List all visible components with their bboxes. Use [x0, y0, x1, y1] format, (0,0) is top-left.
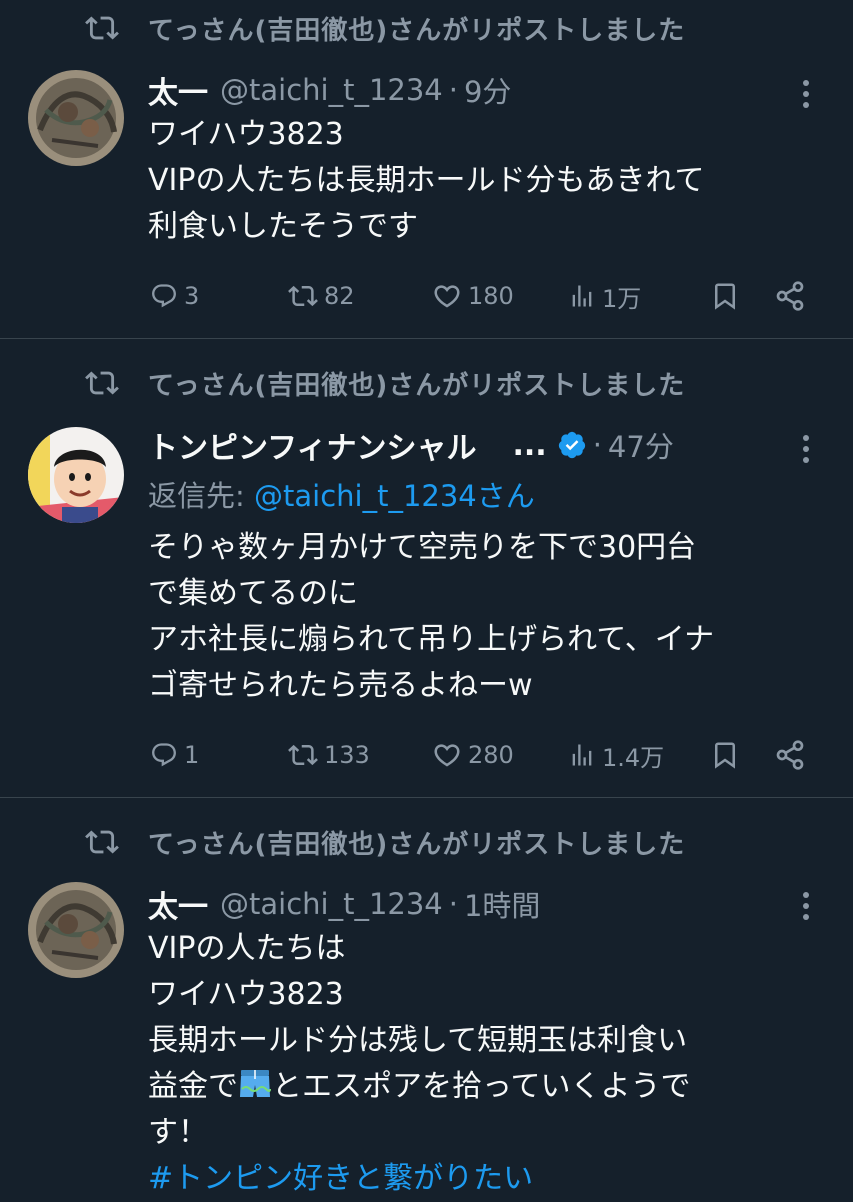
tattooed-back-avatar-icon [28, 70, 124, 166]
author-name[interactable]: トンピンフィナンシャル [148, 423, 477, 467]
repost-icon [85, 16, 119, 40]
text-line: 長期ホールド分は残して短期玉は利食い [148, 1023, 688, 1058]
like-button[interactable]: 180 [432, 276, 514, 316]
reply-count: 1 [184, 741, 200, 769]
hashtag-link[interactable]: #トンピン好きと繋がりたい [148, 1156, 838, 1202]
repost-indicator: てっさん(吉田徹也)さんがリポストしました [82, 8, 685, 48]
analytics-icon [572, 285, 592, 307]
bookmark-icon[interactable] [710, 276, 740, 316]
author-name[interactable]: 太一 [148, 882, 208, 926]
tweet-text: VIPの人たちは ワイハウ3823 長期ホールド分は残して短期玉は利食い 益金で… [148, 926, 838, 1202]
share-icon[interactable] [774, 735, 806, 775]
timestamp[interactable]: 9分 [464, 69, 511, 111]
author-handle[interactable]: @taichi_t_1234 [220, 887, 443, 921]
text-line: アホ社長に煽られて吊り上げられて、イナ [148, 622, 715, 657]
text-line: す！ [148, 1115, 208, 1150]
tweet-text: そりゃ数ヶ月かけて空売りを下で30円台 で集めてるのに アホ社長に煽られて吊り上… [148, 525, 838, 709]
views-count: 1.4万 [602, 743, 665, 772]
author-name[interactable]: 太一 [148, 68, 208, 112]
tweet-2[interactable]: てっさん(吉田徹也)さんがリポストしました トンピンフィナンシャル ... · … [0, 339, 853, 797]
separator-dot: · [448, 73, 458, 107]
reply-context: 返信先: @taichi_t_1234さん [148, 473, 535, 515]
tweet-3[interactable]: てっさん(吉田徹也)さんがリポストしました 太一 @taichi_t_1234 … [0, 798, 853, 1200]
verified-badge-icon [558, 431, 585, 459]
reply-icon [152, 743, 176, 767]
like-count: 280 [468, 741, 514, 769]
tweet-text: ワイハウ3823 VIPの人たちは長期ホールド分もあきれて 利食いしたそうです [148, 112, 838, 250]
heart-icon [434, 744, 460, 767]
repost-icon [85, 371, 119, 395]
tweet-1[interactable]: てっさん(吉田徹也)さんがリポストしました 太一 @taichi_t_1234 … [0, 0, 853, 338]
name-ellipsis: ... [512, 427, 547, 463]
more-options-icon[interactable] [796, 886, 816, 926]
avatar[interactable] [28, 70, 124, 166]
text-fragment: とエスポアを拾っていくようで [272, 1069, 691, 1104]
swim-shorts-emoji-icon [240, 1070, 271, 1097]
text-line: ゴ寄せられたら売るよねーw [148, 668, 533, 703]
bookmark-icon[interactable] [710, 735, 740, 775]
reply-prefix: 返信先: [148, 479, 254, 513]
repost-label: てっさん(吉田徹也)さんがリポストしました [148, 15, 686, 46]
repost-icon [288, 744, 318, 766]
views-button[interactable]: 1万 [568, 276, 641, 316]
like-count: 180 [468, 282, 514, 310]
repost-icon [85, 830, 119, 854]
repost-label: てっさん(吉田徹也)さんがリポストしました [148, 370, 686, 401]
reply-button[interactable]: 3 [150, 276, 199, 316]
tattooed-back-avatar-icon [28, 882, 124, 978]
more-options-icon[interactable] [796, 429, 816, 469]
repost-count: 82 [324, 282, 355, 310]
text-line: ワイハウ3823 [148, 977, 344, 1012]
repost-button[interactable]: 133 [288, 735, 370, 775]
views-count: 1万 [602, 284, 642, 313]
separator-dot: · [592, 428, 602, 462]
views-button[interactable]: 1.4万 [568, 735, 664, 775]
repost-indicator: てっさん(吉田徹也)さんがリポストしました [82, 363, 685, 403]
timestamp[interactable]: 1時間 [464, 883, 540, 925]
author-handle[interactable]: @taichi_t_1234 [220, 73, 443, 107]
text-line: そりゃ数ヶ月かけて空売りを下で30円台 [148, 530, 697, 565]
repost-icon [288, 285, 318, 307]
repost-indicator: てっさん(吉田徹也)さんがリポストしました [82, 822, 685, 862]
reply-button[interactable]: 1 [150, 735, 199, 775]
avatar[interactable] [28, 882, 124, 978]
text-line: VIPの人たちは [148, 931, 346, 966]
text-line: 利食いしたそうです [148, 209, 418, 244]
repost-label: てっさん(吉田徹也)さんがリポストしました [148, 829, 686, 860]
reply-count: 3 [184, 282, 200, 310]
repost-count: 133 [324, 741, 370, 769]
text-line: ワイハウ3823 [148, 117, 344, 152]
tweet-header: トンピンフィナンシャル ... · 47分 [148, 423, 674, 467]
text-line: 益金で とエスポアを拾っていくようで [148, 1064, 838, 1110]
repost-button[interactable]: 82 [288, 276, 355, 316]
text-line: VIPの人たちは長期ホールド分もあきれて [148, 163, 705, 198]
separator-dot: · [448, 887, 458, 921]
tweet-header: 太一 @taichi_t_1234 · 9分 [148, 68, 511, 112]
like-button[interactable]: 280 [432, 735, 514, 775]
reply-icon [152, 284, 176, 308]
cartoon-character-avatar-icon [28, 427, 124, 523]
share-icon[interactable] [774, 276, 806, 316]
action-bar: 3 82 180 1万 [0, 276, 853, 316]
analytics-icon [572, 744, 592, 766]
reply-mention-link[interactable]: @taichi_t_1234さん [254, 479, 535, 513]
heart-icon [434, 285, 460, 308]
avatar[interactable] [28, 427, 124, 523]
text-fragment: 益金で [148, 1069, 238, 1104]
more-options-icon[interactable] [796, 74, 816, 114]
text-line: で集めてるのに [148, 576, 358, 611]
tweet-header: 太一 @taichi_t_1234 · 1時間 [148, 882, 540, 926]
action-bar: 1 133 280 1.4万 [0, 735, 853, 775]
timestamp[interactable]: 47分 [608, 424, 674, 466]
